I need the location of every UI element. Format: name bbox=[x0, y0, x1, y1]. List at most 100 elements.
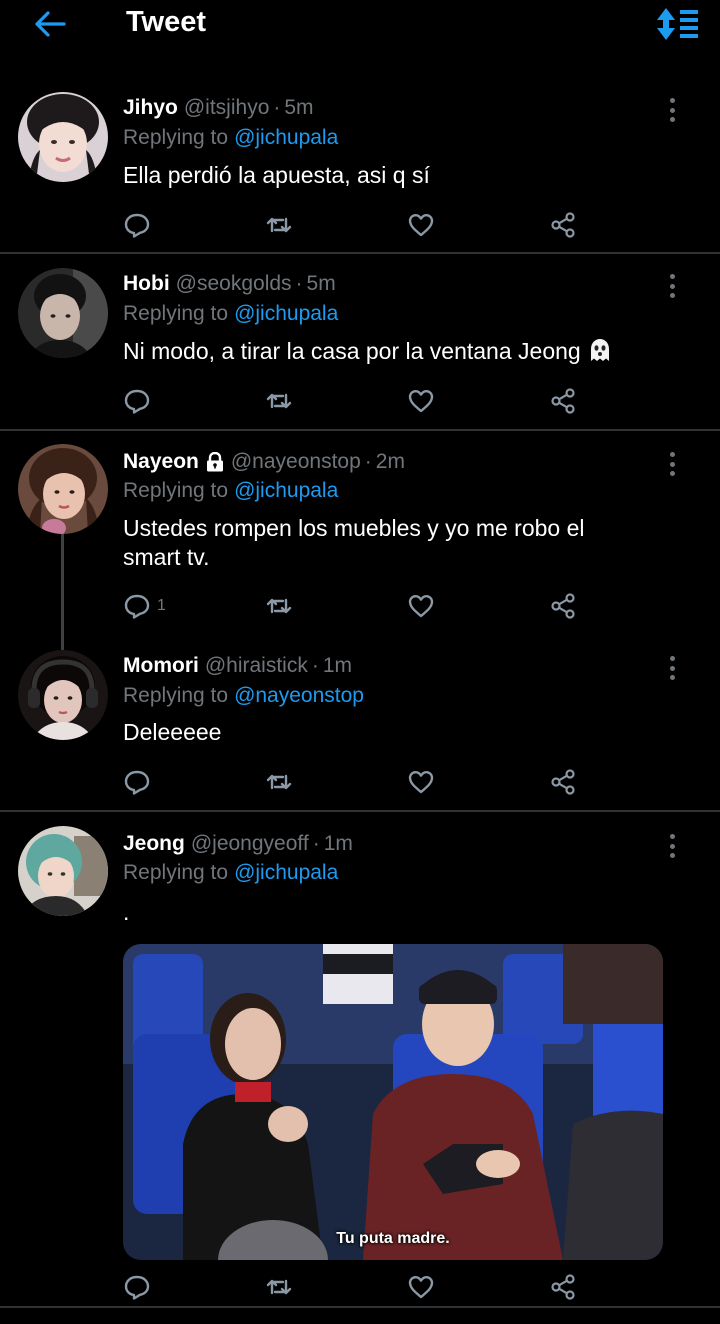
share-icon bbox=[551, 769, 575, 795]
reply-button[interactable] bbox=[123, 1270, 151, 1304]
display-name[interactable]: Jeong bbox=[123, 832, 185, 856]
replying-to: Replying to @jichupala bbox=[123, 861, 338, 885]
handle[interactable]: @jeongyeoff bbox=[191, 832, 309, 856]
retweet-icon bbox=[266, 774, 292, 790]
tweet-text-content: Ni modo, a tirar la casa por la ventana … bbox=[123, 338, 581, 364]
share-icon bbox=[551, 212, 575, 238]
tweet-text-line: Ustedes rompen los muebles y yo me robo … bbox=[123, 515, 585, 541]
like-button[interactable] bbox=[407, 765, 435, 799]
avatar[interactable] bbox=[18, 650, 108, 740]
avatar-image bbox=[18, 826, 108, 916]
tweet-text: Ni modo, a tirar la casa por la ventana … bbox=[123, 337, 683, 366]
handle[interactable]: @hiraistick bbox=[205, 654, 308, 678]
display-name[interactable]: Jihyo bbox=[123, 96, 178, 120]
avatar[interactable] bbox=[18, 826, 108, 916]
tweet-text: Deleeeee bbox=[123, 719, 222, 745]
replying-handle-link[interactable]: @jichupala bbox=[234, 302, 338, 325]
share-icon bbox=[551, 593, 575, 619]
replying-handle-link[interactable]: @jichupala bbox=[234, 861, 338, 884]
replying-label: Replying to bbox=[123, 126, 229, 149]
tweet-header: Hobi @seokgolds · 5m bbox=[123, 272, 336, 296]
tweet-momori[interactable]: Momori @hiraistick · 1m Replying to @naye… bbox=[0, 641, 720, 810]
retweet-button[interactable] bbox=[265, 589, 293, 623]
like-button[interactable] bbox=[407, 1270, 435, 1304]
tweet-text: . bbox=[123, 899, 130, 925]
replying-label: Replying to bbox=[123, 479, 229, 502]
retweet-button[interactable] bbox=[265, 1270, 293, 1304]
retweet-button[interactable] bbox=[265, 765, 293, 799]
reply-icon bbox=[124, 213, 150, 238]
retweet-button[interactable] bbox=[265, 208, 293, 242]
tweet-nayeon[interactable]: Nayeon @nayeonstop · 2m Replying to @jich… bbox=[0, 431, 720, 641]
more-options-button[interactable] bbox=[662, 832, 682, 860]
avatar[interactable] bbox=[18, 92, 108, 182]
like-icon bbox=[408, 771, 434, 794]
reply-count: 1 bbox=[157, 597, 166, 614]
tweet-actions bbox=[123, 765, 583, 799]
like-button[interactable] bbox=[407, 384, 435, 418]
replying-to: Replying to @jichupala bbox=[123, 479, 338, 503]
lock-icon bbox=[205, 451, 225, 472]
tweet-media-image[interactable]: Tu puta madre. bbox=[123, 944, 663, 1260]
reply-button[interactable] bbox=[123, 765, 151, 799]
ghost-emoji-icon bbox=[587, 337, 613, 363]
replying-handle-link[interactable]: @jichupala bbox=[234, 126, 338, 149]
more-options-button[interactable] bbox=[662, 272, 682, 300]
divider bbox=[0, 1306, 720, 1308]
separator: · bbox=[364, 450, 372, 473]
more-options-button[interactable] bbox=[662, 450, 682, 478]
display-name[interactable]: Hobi bbox=[123, 272, 170, 296]
like-icon bbox=[408, 390, 434, 413]
replying-to: Replying to @jichupala bbox=[123, 126, 338, 150]
reply-button[interactable]: 1 bbox=[123, 589, 166, 623]
avatar-image bbox=[18, 268, 108, 358]
reply-button[interactable] bbox=[123, 208, 151, 242]
timestamp[interactable]: 1m bbox=[324, 832, 353, 856]
replying-to: Replying to @nayeonstop bbox=[123, 684, 364, 708]
reply-button[interactable] bbox=[123, 384, 151, 418]
avatar-image bbox=[18, 92, 108, 182]
share-button[interactable] bbox=[549, 765, 577, 799]
tweet-text-line: smart tv. bbox=[123, 544, 210, 570]
share-button[interactable] bbox=[549, 384, 577, 418]
retweet-icon bbox=[266, 1279, 292, 1295]
separator: · bbox=[295, 272, 303, 295]
tweet-header: Jihyo @itsjihyo · 5m bbox=[123, 96, 314, 120]
tweet-text: Ella perdió la apuesta, asi q sí bbox=[123, 162, 430, 188]
retweet-icon bbox=[266, 393, 292, 409]
handle[interactable]: @itsjihyo bbox=[184, 96, 270, 120]
tweet-header: Jeong @jeongyeoff · 1m bbox=[123, 832, 353, 856]
like-icon bbox=[408, 1276, 434, 1299]
replying-handle-link[interactable]: @jichupala bbox=[234, 479, 338, 502]
handle[interactable]: @nayeonstop bbox=[231, 450, 361, 474]
replying-label: Replying to bbox=[123, 861, 229, 884]
tweet-actions bbox=[123, 208, 583, 242]
timestamp[interactable]: 5m bbox=[284, 96, 313, 120]
display-name[interactable]: Nayeon bbox=[123, 450, 199, 474]
retweet-button[interactable] bbox=[265, 384, 293, 418]
share-button[interactable] bbox=[549, 1270, 577, 1304]
timestamp[interactable]: 5m bbox=[307, 272, 336, 296]
timestamp[interactable]: 1m bbox=[323, 654, 352, 678]
separator: · bbox=[312, 832, 320, 855]
more-options-button[interactable] bbox=[662, 96, 682, 124]
replying-label: Replying to bbox=[123, 302, 229, 325]
reply-icon bbox=[124, 389, 150, 414]
like-icon bbox=[408, 595, 434, 618]
share-icon bbox=[551, 388, 575, 414]
tweet-hobi[interactable]: Hobi @seokgolds · 5m Replying to @jichupa… bbox=[0, 254, 720, 430]
avatar[interactable] bbox=[18, 444, 108, 534]
reply-icon bbox=[124, 770, 150, 795]
more-options-button[interactable] bbox=[662, 654, 682, 682]
avatar[interactable] bbox=[18, 268, 108, 358]
handle[interactable]: @seokgolds bbox=[176, 272, 292, 296]
like-button[interactable] bbox=[407, 208, 435, 242]
like-button[interactable] bbox=[407, 589, 435, 623]
share-button[interactable] bbox=[549, 208, 577, 242]
timestamp[interactable]: 2m bbox=[376, 450, 405, 474]
display-name[interactable]: Momori bbox=[123, 654, 199, 678]
separator: · bbox=[311, 654, 319, 677]
replying-handle-link[interactable]: @nayeonstop bbox=[234, 684, 364, 707]
share-button[interactable] bbox=[549, 589, 577, 623]
tweet-jihyo[interactable]: Jihyo @itsjihyo · 5m Replying to @jichupa… bbox=[0, 0, 720, 254]
